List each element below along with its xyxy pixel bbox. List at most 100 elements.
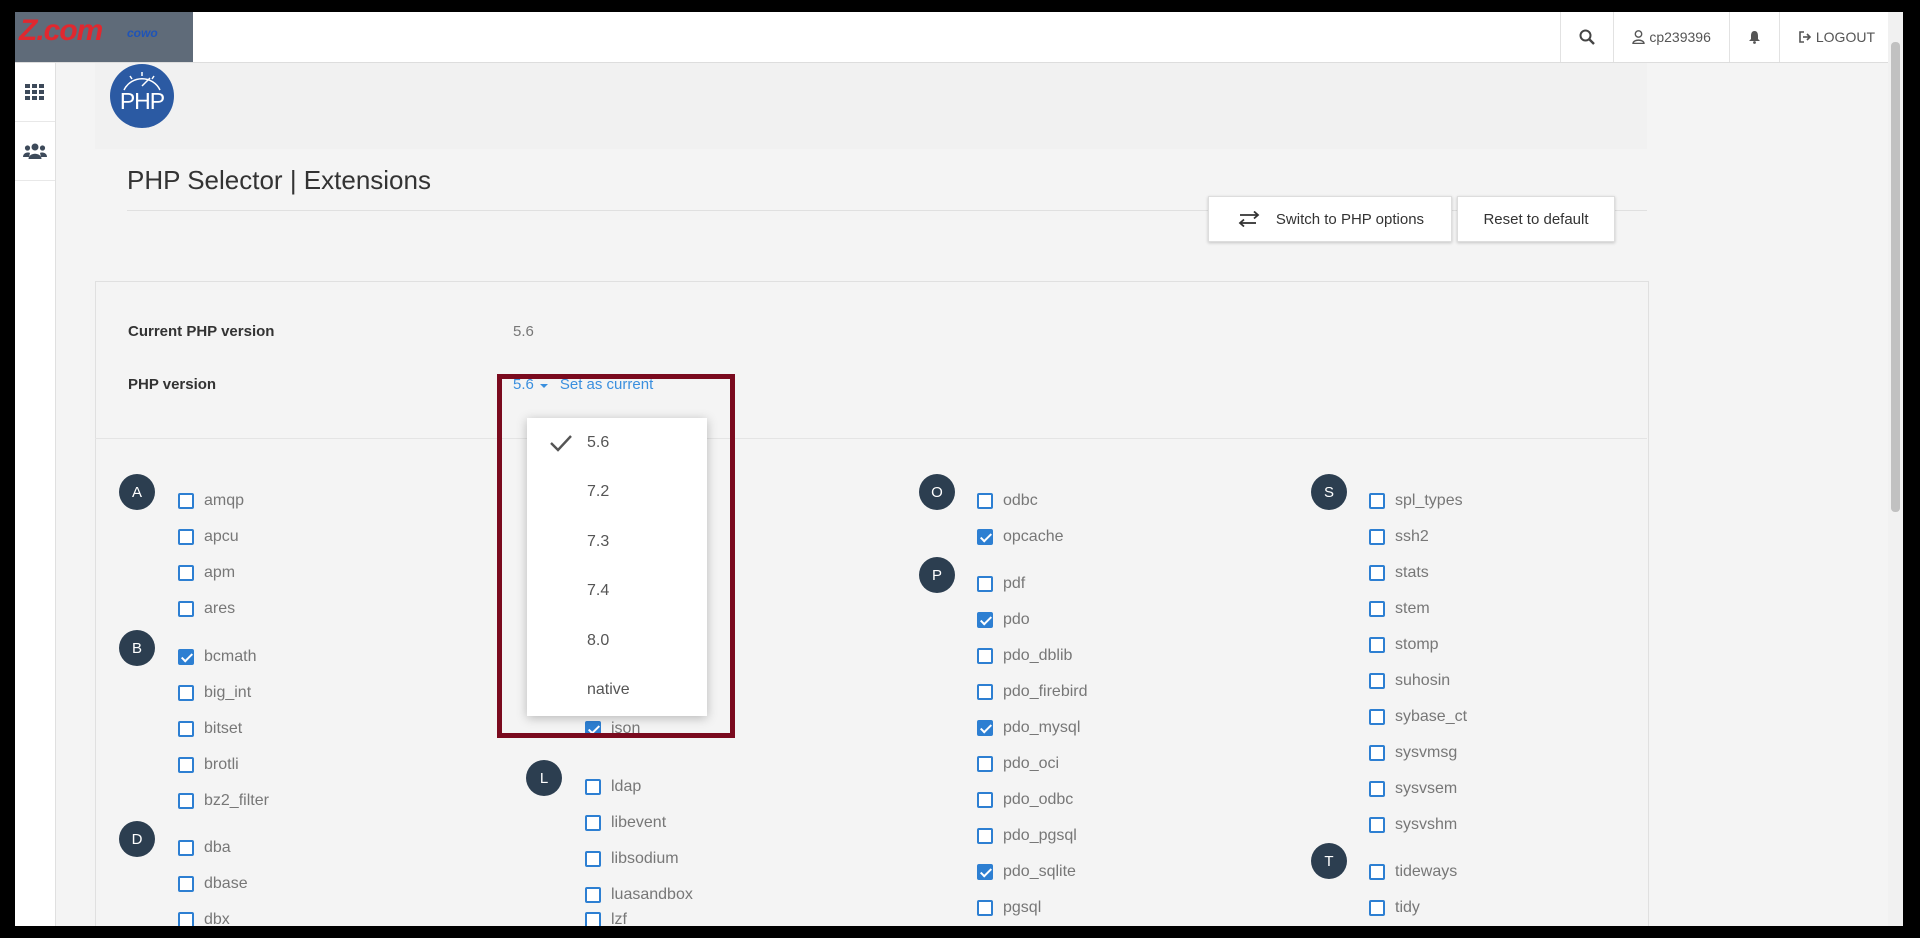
- extension-checkbox[interactable]: [585, 779, 601, 795]
- extension-item[interactable]: pdo_firebird: [977, 683, 1088, 701]
- extension-checkbox[interactable]: [178, 876, 194, 892]
- extension-item[interactable]: tideways: [1369, 863, 1457, 881]
- extension-item[interactable]: ssh2: [1369, 528, 1429, 546]
- extension-name: big_int: [204, 684, 252, 701]
- extension-item[interactable]: stats: [1369, 564, 1429, 582]
- extension-checkbox[interactable]: [1369, 781, 1385, 797]
- extension-item[interactable]: sysvsem: [1369, 780, 1457, 798]
- letter-badge-t: T: [1311, 843, 1347, 879]
- extension-checkbox[interactable]: [585, 887, 601, 903]
- extension-item[interactable]: stem: [1369, 600, 1430, 618]
- extension-item[interactable]: pdo: [977, 611, 1030, 629]
- extension-checkbox[interactable]: [977, 792, 993, 808]
- extension-checkbox[interactable]: [977, 612, 993, 628]
- extension-checkbox[interactable]: [1369, 529, 1385, 545]
- extension-item[interactable]: tidy: [1369, 899, 1420, 917]
- logout-button[interactable]: LOGOUT: [1778, 12, 1903, 62]
- extension-checkbox[interactable]: [585, 815, 601, 831]
- extension-checkbox[interactable]: [178, 565, 194, 581]
- extension-item[interactable]: dba: [178, 839, 231, 857]
- extension-item[interactable]: dbx: [178, 911, 230, 926]
- scrollbar-thumb[interactable]: [1891, 42, 1900, 512]
- extension-name: luasandbox: [611, 886, 693, 903]
- extension-checkbox[interactable]: [1369, 817, 1385, 833]
- extension-checkbox[interactable]: [1369, 709, 1385, 725]
- extension-item[interactable]: pdo_odbc: [977, 791, 1073, 809]
- sidebar-item-users[interactable]: [15, 122, 55, 181]
- notifications-button[interactable]: [1728, 12, 1779, 62]
- extension-item[interactable]: amqp: [178, 492, 244, 510]
- extension-checkbox[interactable]: [977, 529, 993, 545]
- extension-checkbox[interactable]: [1369, 493, 1385, 509]
- extension-item[interactable]: pdo_mysql: [977, 719, 1080, 737]
- search-icon: [1579, 29, 1596, 45]
- extension-checkbox[interactable]: [178, 912, 194, 926]
- extension-item[interactable]: sysvshm: [1369, 816, 1457, 834]
- extension-checkbox[interactable]: [977, 864, 993, 880]
- extension-item[interactable]: dbase: [178, 875, 248, 893]
- extension-item[interactable]: sybase_ct: [1369, 708, 1467, 726]
- extension-item[interactable]: bitset: [178, 720, 242, 738]
- extension-checkbox[interactable]: [178, 649, 194, 665]
- extension-checkbox[interactable]: [178, 685, 194, 701]
- extension-item[interactable]: pgsql: [977, 899, 1041, 917]
- extension-checkbox[interactable]: [178, 493, 194, 509]
- extension-checkbox[interactable]: [1369, 900, 1385, 916]
- sidebar-item-apps[interactable]: [15, 63, 55, 122]
- extension-item[interactable]: luasandbox: [585, 886, 693, 904]
- extension-checkbox[interactable]: [178, 601, 194, 617]
- extension-item[interactable]: odbc: [977, 492, 1038, 510]
- extension-item[interactable]: big_int: [178, 684, 251, 702]
- search-button[interactable]: [1560, 12, 1613, 62]
- extension-item[interactable]: lzf: [585, 911, 627, 926]
- extension-item[interactable]: sysvmsg: [1369, 744, 1457, 762]
- extension-checkbox[interactable]: [1369, 673, 1385, 689]
- extension-item[interactable]: libsodium: [585, 850, 679, 868]
- user-menu-button[interactable]: cp239396: [1613, 12, 1729, 62]
- extension-item[interactable]: opcache: [977, 528, 1064, 546]
- switch-to-php-options-button[interactable]: Switch to PHP options: [1208, 196, 1452, 242]
- extension-name: odbc: [1003, 492, 1038, 509]
- extension-checkbox[interactable]: [178, 793, 194, 809]
- extension-item[interactable]: suhosin: [1369, 672, 1450, 690]
- extension-checkbox[interactable]: [1369, 637, 1385, 653]
- extension-checkbox[interactable]: [178, 757, 194, 773]
- extension-checkbox[interactable]: [977, 756, 993, 772]
- extension-checkbox[interactable]: [977, 900, 993, 916]
- extension-checkbox[interactable]: [1369, 864, 1385, 880]
- extension-checkbox[interactable]: [178, 840, 194, 856]
- extension-checkbox[interactable]: [977, 684, 993, 700]
- extension-item[interactable]: stomp: [1369, 636, 1439, 654]
- extension-item[interactable]: pdo_pgsql: [977, 827, 1077, 845]
- reset-to-default-button[interactable]: Reset to default: [1457, 196, 1615, 242]
- extension-item[interactable]: bz2_filter: [178, 792, 269, 810]
- extension-checkbox[interactable]: [178, 721, 194, 737]
- extension-checkbox[interactable]: [977, 493, 993, 509]
- extension-checkbox[interactable]: [585, 912, 601, 926]
- extension-item[interactable]: spl_types: [1369, 492, 1463, 510]
- extension-item[interactable]: apcu: [178, 528, 239, 546]
- extension-item[interactable]: libevent: [585, 814, 666, 832]
- switch-button-label: Switch to PHP options: [1275, 210, 1425, 228]
- extension-checkbox[interactable]: [1369, 745, 1385, 761]
- extension-item[interactable]: pdo_oci: [977, 755, 1059, 773]
- extension-checkbox[interactable]: [977, 720, 993, 736]
- extension-checkbox[interactable]: [178, 529, 194, 545]
- extension-checkbox[interactable]: [585, 851, 601, 867]
- extension-item[interactable]: bcmath: [178, 648, 256, 666]
- extension-checkbox[interactable]: [977, 828, 993, 844]
- extension-checkbox[interactable]: [1369, 601, 1385, 617]
- extension-name: bitset: [204, 720, 243, 737]
- extension-checkbox[interactable]: [977, 576, 993, 592]
- extension-checkbox[interactable]: [1369, 565, 1385, 581]
- extension-item[interactable]: ares: [178, 600, 235, 618]
- extension-item[interactable]: brotli: [178, 756, 239, 774]
- brand-logo[interactable]: Z.com cowo: [15, 12, 193, 62]
- extension-item[interactable]: apm: [178, 564, 235, 582]
- extension-checkbox[interactable]: [977, 648, 993, 664]
- extension-item[interactable]: pdo_sqlite: [977, 863, 1076, 881]
- extension-item[interactable]: pdf: [977, 575, 1025, 593]
- extension-item[interactable]: ldap: [585, 778, 641, 796]
- extension-item[interactable]: pdo_dblib: [977, 647, 1072, 665]
- extension-name: apcu: [204, 528, 239, 545]
